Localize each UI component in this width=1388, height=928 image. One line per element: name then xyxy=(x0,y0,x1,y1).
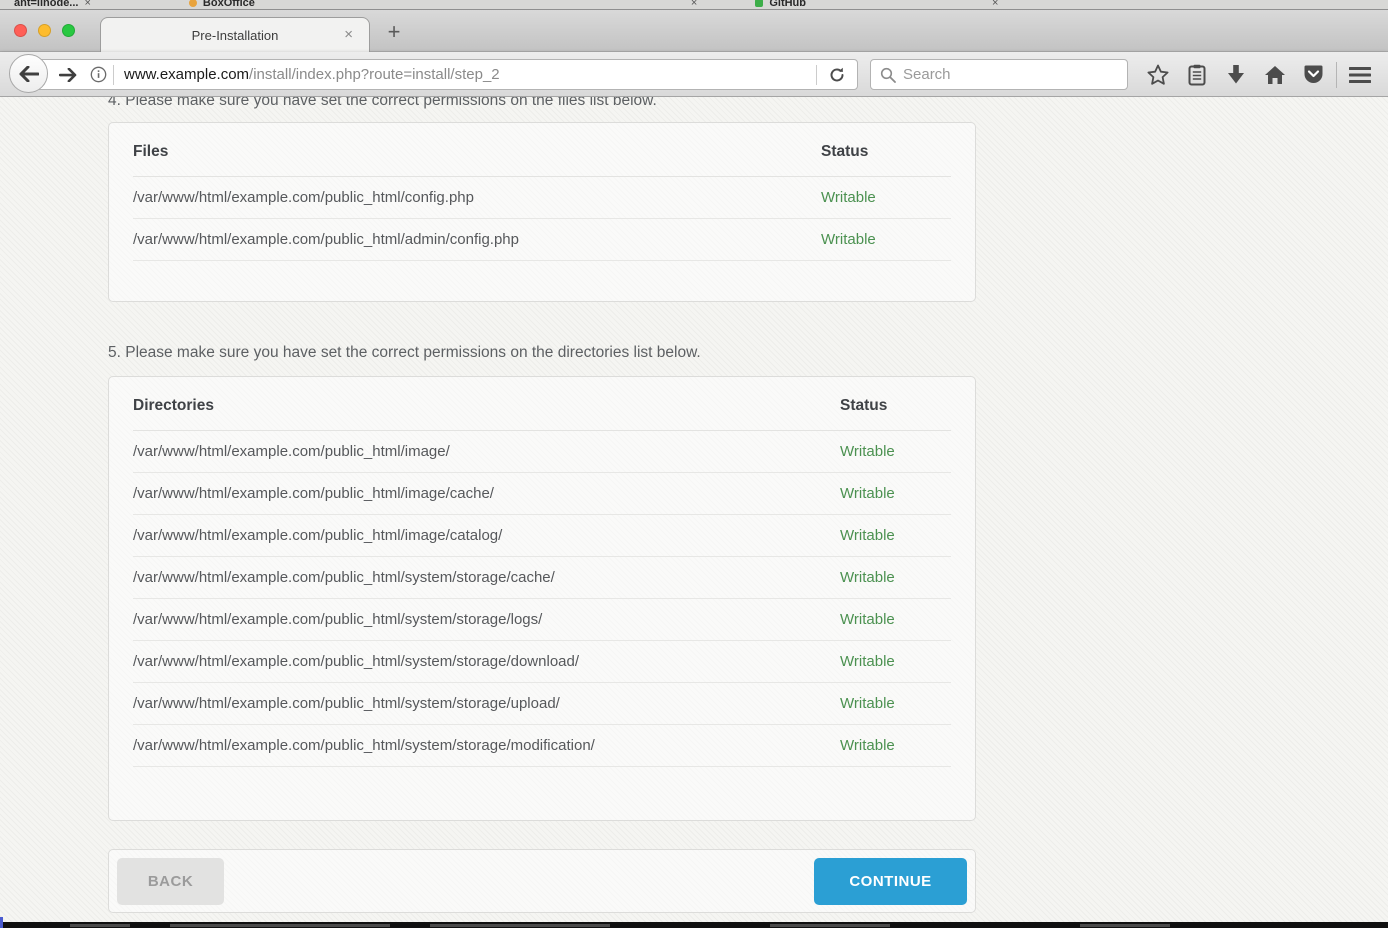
table-row: /var/www/html/example.com/public_html/im… xyxy=(133,431,951,473)
back-step-button[interactable]: BACK xyxy=(117,858,224,905)
home-button[interactable] xyxy=(1255,52,1294,97)
status-column-header: Status xyxy=(840,397,951,415)
reload-button[interactable] xyxy=(817,67,857,83)
home-icon xyxy=(1264,65,1286,85)
files-table-header: Files Status xyxy=(133,123,951,177)
search-bar[interactable] xyxy=(870,59,1128,90)
directories-table-header: Directories Status xyxy=(133,377,951,431)
continue-button[interactable]: CONTINUE xyxy=(814,858,967,905)
status-value: Writable xyxy=(840,527,951,544)
status-value: Writable xyxy=(840,653,951,670)
status-value: Writable xyxy=(840,569,951,586)
downloads-button[interactable] xyxy=(1216,52,1255,97)
close-icon: × xyxy=(691,0,697,9)
url-path: /install/index.php?route=install/step_2 xyxy=(249,66,500,83)
favicon-icon xyxy=(189,0,197,7)
background-window-bottom-strip xyxy=(0,922,1388,928)
hamburger-menu-icon xyxy=(1349,66,1371,84)
back-button[interactable] xyxy=(9,54,48,93)
background-tab: BoxOffice × xyxy=(175,0,711,9)
table-row: /var/www/html/example.com/public_html/sy… xyxy=(133,557,951,599)
window-controls xyxy=(14,24,75,37)
url-bar[interactable]: www.example.com/install/index.php?route=… xyxy=(28,59,858,90)
reload-icon xyxy=(829,67,845,83)
background-window-strip: ant=linode... × BoxOffice × GitHub × xyxy=(0,0,1388,10)
new-tab-button[interactable]: + xyxy=(380,18,408,46)
step-5-heading: 5. Please make sure you have set the cor… xyxy=(108,342,976,363)
files-column-header: Files xyxy=(133,143,821,161)
status-value: Writable xyxy=(840,485,951,502)
info-icon xyxy=(90,66,107,83)
search-icon xyxy=(880,67,896,83)
download-arrow-icon xyxy=(1227,64,1245,85)
directories-panel: Directories Status /var/www/html/example… xyxy=(108,376,976,821)
tab-pre-installation[interactable]: Pre-Installation × xyxy=(100,17,370,52)
file-path: /var/www/html/example.com/public_html/ad… xyxy=(133,231,821,248)
background-tab: GitHub × xyxy=(741,0,1012,9)
table-row: /var/www/html/example.com/public_html/co… xyxy=(133,177,951,219)
forward-arrow-icon xyxy=(59,68,77,82)
pocket-icon xyxy=(1303,65,1324,85)
directory-path: /var/www/html/example.com/public_html/im… xyxy=(133,527,840,544)
browser-window: Pre-Installation × + www.example.com/ins… xyxy=(0,10,1388,97)
status-value: Writable xyxy=(840,737,951,754)
search-input[interactable] xyxy=(903,66,1118,83)
directories-column-header: Directories xyxy=(133,397,840,415)
directory-path: /var/www/html/example.com/public_html/sy… xyxy=(133,653,840,670)
status-value: Writable xyxy=(840,443,951,460)
page-viewport: 4. Please make sure you have set the cor… xyxy=(0,97,1388,922)
file-path: /var/www/html/example.com/public_html/co… xyxy=(133,189,821,206)
zoom-window-button[interactable] xyxy=(62,24,75,37)
background-tab-title: ant=linode... xyxy=(14,0,78,9)
background-tab-title: BoxOffice xyxy=(203,0,255,9)
directory-path: /var/www/html/example.com/public_html/im… xyxy=(133,485,840,502)
directory-path: /var/www/html/example.com/public_html/sy… xyxy=(133,569,840,586)
favicon-icon xyxy=(755,0,763,7)
table-row: /var/www/html/example.com/public_html/ad… xyxy=(133,219,951,261)
table-row: /var/www/html/example.com/public_html/sy… xyxy=(133,683,951,725)
status-value: Writable xyxy=(821,189,951,206)
site-info-button[interactable] xyxy=(83,66,113,83)
directory-path: /var/www/html/example.com/public_html/sy… xyxy=(133,737,840,754)
status-value: Writable xyxy=(840,611,951,628)
tab-title: Pre-Installation xyxy=(192,28,279,43)
close-window-button[interactable] xyxy=(14,24,27,37)
close-icon: × xyxy=(992,0,998,9)
toolbar-icons xyxy=(1138,52,1379,97)
clipboard-icon xyxy=(1188,64,1206,86)
step-4-heading: 4. Please make sure you have set the cor… xyxy=(108,97,976,111)
directory-path: /var/www/html/example.com/public_html/sy… xyxy=(133,695,840,712)
table-row: /var/www/html/example.com/public_html/sy… xyxy=(133,641,951,683)
tab-close-icon[interactable]: × xyxy=(344,26,353,43)
directory-path: /var/www/html/example.com/public_html/sy… xyxy=(133,611,840,628)
pocket-button[interactable] xyxy=(1294,52,1333,97)
directory-path: /var/www/html/example.com/public_html/im… xyxy=(133,443,840,460)
back-arrow-icon xyxy=(19,66,39,82)
background-window-edge xyxy=(0,917,3,928)
tab-bar: Pre-Installation × + xyxy=(0,10,1388,52)
status-value: Writable xyxy=(840,695,951,712)
table-row: /var/www/html/example.com/public_html/sy… xyxy=(133,725,951,767)
buttons-panel: BACK CONTINUE xyxy=(108,849,976,913)
background-tab-title: GitHub xyxy=(769,0,806,9)
reading-list-button[interactable] xyxy=(1177,52,1216,97)
background-tab: ant=linode... × xyxy=(0,0,105,9)
url-domain: www.example.com xyxy=(124,66,249,83)
close-icon: × xyxy=(84,0,90,9)
divider xyxy=(1336,62,1337,88)
navigation-toolbar: www.example.com/install/index.php?route=… xyxy=(0,52,1388,97)
star-icon xyxy=(1147,64,1169,85)
bookmark-star-button[interactable] xyxy=(1138,52,1177,97)
table-row: /var/www/html/example.com/public_html/im… xyxy=(133,473,951,515)
table-row: /var/www/html/example.com/public_html/im… xyxy=(133,515,951,557)
minimize-window-button[interactable] xyxy=(38,24,51,37)
menu-button[interactable] xyxy=(1340,52,1379,97)
table-row: /var/www/html/example.com/public_html/sy… xyxy=(133,599,951,641)
files-panel: Files Status /var/www/html/example.com/p… xyxy=(108,122,976,302)
status-column-header: Status xyxy=(821,143,951,161)
forward-button[interactable] xyxy=(53,68,83,82)
status-value: Writable xyxy=(821,231,951,248)
url-text[interactable]: www.example.com/install/index.php?route=… xyxy=(114,66,816,83)
